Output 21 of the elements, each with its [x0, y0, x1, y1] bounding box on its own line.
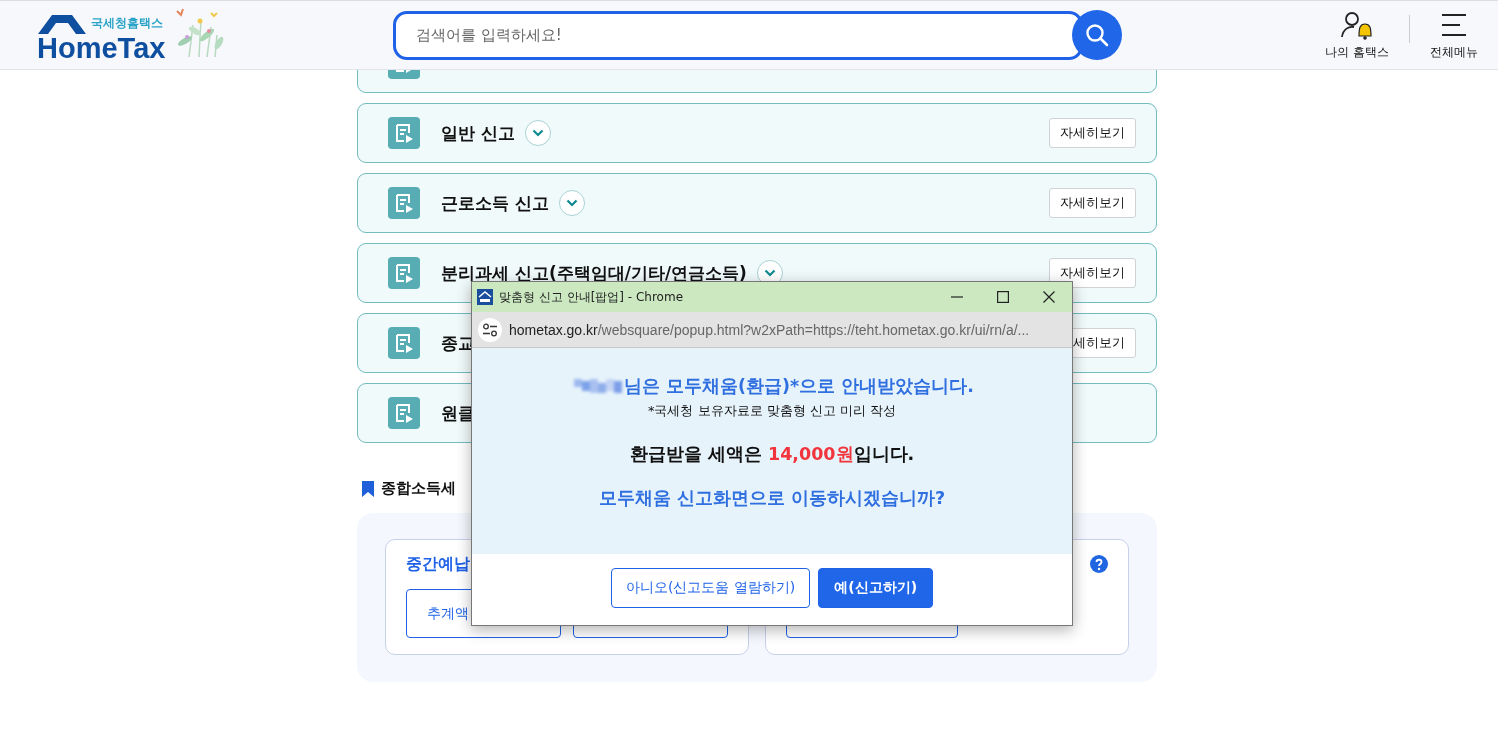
card-title: 근로소득 신고 — [441, 191, 549, 215]
logo-subtitle: 국세청홈택스 — [91, 15, 164, 31]
window-title: 맞춤형 신고 안내[팝업] - Chrome — [499, 288, 684, 306]
section-title: 종합소득세 — [381, 479, 456, 498]
greeting-text: 님은 모두채움(환급)*으로 안내받았습니다. — [624, 375, 974, 398]
card-title: 분리과세 신고(주택임대/기타/연금소득) — [441, 261, 747, 285]
menu-button[interactable]: 전체메뉴 — [1430, 9, 1478, 61]
logo-wordmark: HomeTax — [37, 34, 166, 62]
card-heading: 중간예납 — [406, 553, 470, 575]
decline-button[interactable]: 아니오(신고도움 열람하기) — [610, 567, 811, 608]
card-title: 일반 신고 — [441, 121, 515, 145]
url-text: hometax.go.kr/websquare/popup.html?w2xPath=https://teht.hometax.go.kr/ui/rn/a/... — [509, 320, 1030, 339]
my-hometax-button[interactable]: 나의 홈택스 — [1325, 9, 1389, 61]
details-button[interactable]: 자세히보기 — [1049, 188, 1136, 218]
details-button[interactable]: 자세히보기 — [1049, 118, 1136, 148]
search-field[interactable]: 검색어를 입력하세요! — [393, 10, 1083, 60]
question-text: 모두채움 신고화면으로 이동하시겠습니까? — [598, 487, 946, 510]
details-button[interactable]: 자세히보기 — [1049, 258, 1136, 288]
footnote-text: *국세청 보유자료로 맞춤형 신고 미리 작성 — [647, 402, 897, 420]
refund-amount-text: 환급받을 세액은 14,000원입니다. — [629, 443, 915, 466]
confirm-button[interactable]: 예(신고하기) — [818, 567, 934, 608]
